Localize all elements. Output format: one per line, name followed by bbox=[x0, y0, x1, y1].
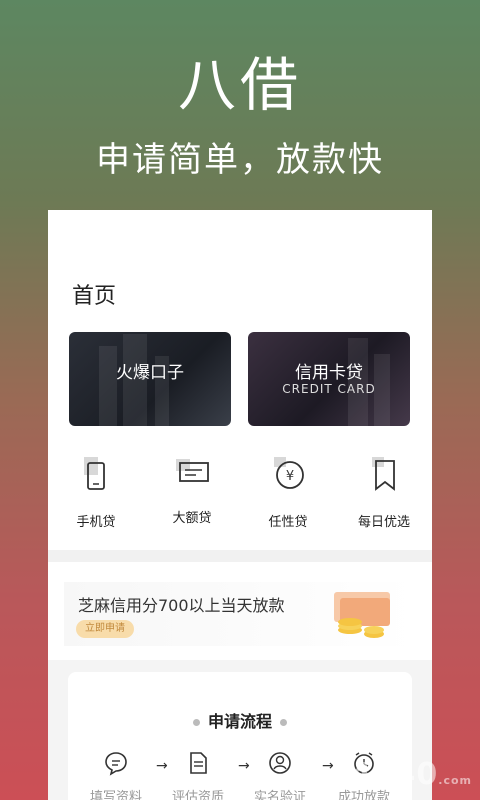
document-icon bbox=[185, 750, 211, 776]
page-title: 首页 bbox=[72, 284, 117, 309]
dot-decoration bbox=[192, 719, 200, 726]
step-verify: 实名验证 bbox=[240, 750, 320, 800]
category-flexible-loan[interactable]: ¥ 任性贷 bbox=[240, 455, 336, 530]
promo-banner[interactable]: 芝麻信用分700以上当天放款 立即申请 bbox=[64, 582, 416, 646]
phone-icon bbox=[76, 455, 116, 495]
card-icon bbox=[172, 455, 212, 495]
bookmark-icon bbox=[364, 455, 404, 495]
banner-hot-loans[interactable]: 火爆口子 bbox=[69, 332, 231, 426]
banner-title: 火爆口子 bbox=[116, 363, 184, 383]
yen-coin-icon: ¥ bbox=[268, 455, 308, 495]
banner-subtitle: CREDIT CARD bbox=[282, 382, 376, 396]
watermark-text: 4040 bbox=[350, 757, 439, 792]
watermark-suffix: .com bbox=[438, 774, 472, 787]
category-label: 任性贷 bbox=[268, 515, 308, 530]
category-label: 每日优选 bbox=[357, 515, 410, 530]
step-label: 评估资质 bbox=[171, 790, 224, 800]
app-slogan: 申请简单，放款快 bbox=[96, 140, 384, 180]
watermark-logo: 4040.com bbox=[351, 757, 472, 792]
category-phone-loan[interactable]: 手机贷 bbox=[48, 455, 144, 530]
step-fill-info: 填写资料 bbox=[76, 750, 156, 800]
step-label: 实名验证 bbox=[253, 790, 306, 800]
category-label: 大额贷 bbox=[172, 511, 212, 526]
promo-text: 芝麻信用分700以上当天放款 bbox=[78, 596, 285, 615]
banner-credit-card[interactable]: 信用卡贷 CREDIT CARD bbox=[248, 332, 410, 426]
category-label: 手机贷 bbox=[76, 515, 116, 530]
phone-screen: 首页 火爆口子 信用卡贷 CREDIT CARD 手机贷 大额贷 ¥ 任性贷 每… bbox=[48, 210, 432, 800]
banner-title: 信用卡贷 bbox=[295, 363, 363, 383]
coins-illustration-icon bbox=[326, 586, 406, 642]
chat-icon bbox=[103, 750, 129, 776]
process-title: 申请流程 bbox=[68, 708, 412, 732]
step-evaluate: 评估资质 bbox=[158, 750, 238, 800]
category-large-loan[interactable]: 大额贷 bbox=[144, 455, 240, 526]
app-title: 八借 bbox=[177, 51, 302, 119]
apply-now-button[interactable]: 立即申请 bbox=[76, 620, 134, 638]
category-daily-picks[interactable]: 每日优选 bbox=[336, 455, 432, 530]
section-divider bbox=[48, 550, 432, 562]
user-icon bbox=[267, 750, 293, 776]
process-title-text: 申请流程 bbox=[207, 712, 272, 731]
svg-text:¥: ¥ bbox=[286, 469, 294, 484]
step-label: 填写资料 bbox=[89, 790, 142, 800]
dot-decoration bbox=[280, 719, 287, 726]
